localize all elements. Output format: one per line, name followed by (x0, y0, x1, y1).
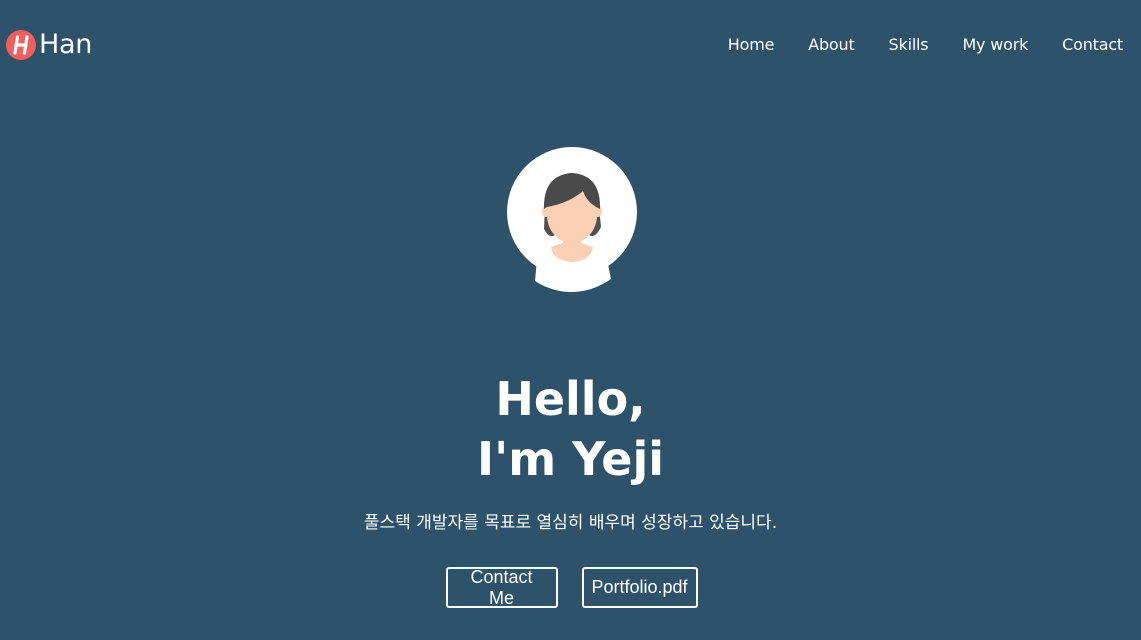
nav-item-skills[interactable]: Skills (872, 34, 946, 56)
contact-me-button[interactable]: Contact Me (445, 567, 558, 608)
hero-title: Hello, I'm Yeji (0, 369, 1141, 489)
woman-avatar-icon (535, 173, 611, 292)
nav-item-my-work[interactable]: My work (945, 34, 1045, 56)
logo-badge-icon (6, 30, 36, 60)
logo-link[interactable]: Han (6, 30, 92, 60)
nav-item-about[interactable]: About (791, 34, 871, 56)
nav-menu: Home About Skills My work Contact (711, 34, 1141, 56)
nav-item-contact[interactable]: Contact (1045, 34, 1141, 56)
nav-item-home[interactable]: Home (711, 34, 791, 56)
hero-title-line2: I'm Yeji (477, 432, 664, 486)
logo-text: Han (39, 29, 93, 60)
portfolio-download-button[interactable]: Portfolio.pdf (581, 567, 698, 608)
hero-title-line1: Hello, (495, 372, 646, 426)
hero-buttons: Contact Me Portfolio.pdf (0, 567, 1141, 608)
hero-description: 풀스택 개발자를 목표로 열심히 배우며 성장하고 있습니다. (363, 513, 778, 533)
navbar: Han Home About Skills My work Contact (0, 0, 1141, 90)
avatar (507, 147, 637, 292)
